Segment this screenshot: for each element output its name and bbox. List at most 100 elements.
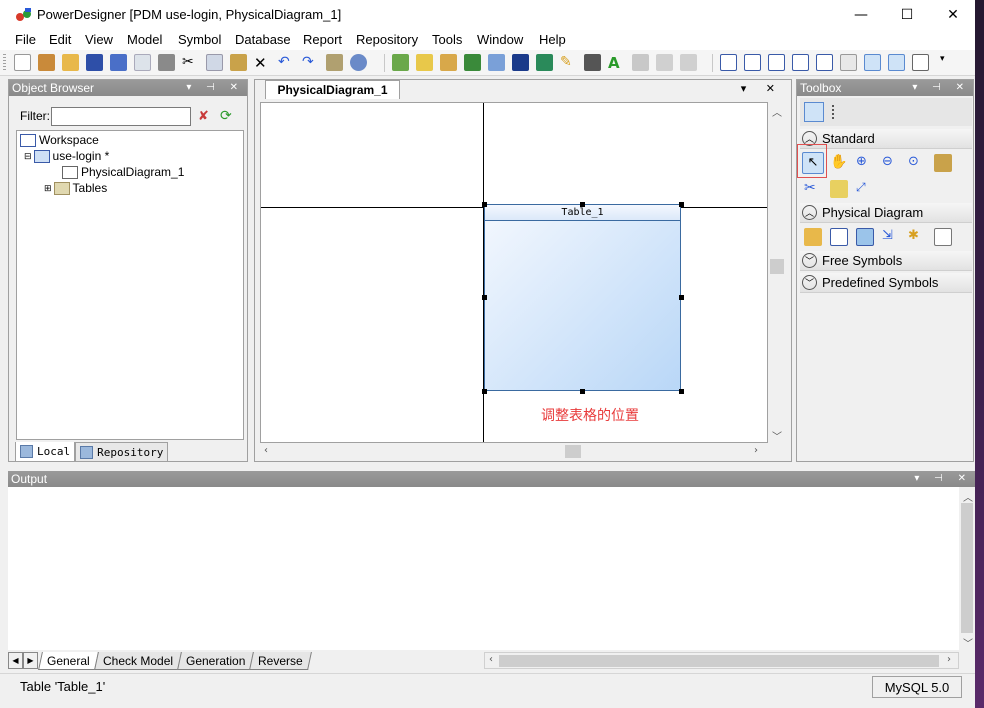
table-view-icon[interactable] bbox=[744, 54, 761, 71]
diagram-vertical-scrollbar[interactable]: ︿ ﹀ bbox=[768, 102, 786, 443]
panel-controls[interactable]: ▾ ⊣ ✕ bbox=[914, 471, 972, 487]
tree-item-workspace[interactable]: Workspace bbox=[20, 133, 99, 147]
text-frame-icon[interactable] bbox=[536, 54, 553, 71]
selection-handle[interactable] bbox=[580, 202, 585, 207]
pointer-tool-icon[interactable]: ↖ bbox=[802, 152, 824, 174]
zoom-toggle-icon[interactable] bbox=[864, 54, 881, 71]
output-vertical-scrollbar[interactable]: ︿ ﹀ bbox=[959, 487, 975, 650]
tab-generation[interactable]: Generation bbox=[176, 652, 255, 670]
minimize-button[interactable]: — bbox=[838, 0, 884, 30]
forward-icon[interactable] bbox=[680, 54, 697, 71]
tab-scroll-buttons[interactable]: ◀ ▶ bbox=[8, 652, 40, 669]
grabber-tool-icon[interactable]: ✋ bbox=[830, 154, 848, 172]
selection-handle[interactable] bbox=[482, 389, 487, 394]
tree-item-model[interactable]: ⊟ use-login * bbox=[24, 149, 109, 163]
model-options-icon[interactable] bbox=[350, 54, 367, 71]
delete-tool-icon[interactable]: ✂ bbox=[804, 180, 822, 198]
save-icon[interactable] bbox=[86, 54, 103, 71]
properties-icon[interactable] bbox=[326, 54, 343, 71]
procedure-tool-icon[interactable]: ✱ bbox=[908, 228, 926, 246]
tab-repository[interactable]: Repository bbox=[75, 442, 169, 462]
menu-repository[interactable]: Repository bbox=[356, 32, 418, 47]
list-view-icon[interactable] bbox=[832, 105, 846, 119]
table-symbol[interactable]: Table_1 bbox=[484, 204, 681, 391]
brush-icon[interactable]: ✎ bbox=[560, 54, 577, 71]
print-icon[interactable] bbox=[158, 54, 175, 71]
selection-handle[interactable] bbox=[580, 389, 585, 394]
clear-filter-icon[interactable]: ✘ bbox=[198, 109, 209, 124]
scroll-down-icon[interactable]: ﹀ bbox=[772, 428, 782, 443]
diagram-horizontal-scrollbar[interactable]: ‹ › bbox=[260, 443, 768, 460]
zoom-in-icon[interactable]: ⊕ bbox=[856, 154, 874, 172]
output-horizontal-scrollbar[interactable]: ‹ › bbox=[484, 652, 959, 669]
report-view-icon[interactable] bbox=[792, 54, 809, 71]
tab-reverse[interactable]: Reverse bbox=[249, 652, 312, 670]
menu-file[interactable]: File bbox=[15, 32, 36, 47]
check-model-icon[interactable] bbox=[392, 54, 409, 71]
align-icon[interactable] bbox=[632, 54, 649, 71]
redo-icon[interactable]: ↷ bbox=[302, 54, 319, 71]
scroll-right-icon[interactable]: › bbox=[947, 654, 951, 665]
properties-tool-icon[interactable] bbox=[934, 154, 952, 172]
collapse-icon[interactable]: ⊟ bbox=[24, 151, 32, 162]
expand-icon[interactable]: ⊞ bbox=[44, 183, 52, 194]
scroll-right-icon[interactable]: › bbox=[754, 445, 758, 456]
refresh-icon[interactable] bbox=[464, 54, 481, 71]
undo-icon[interactable]: ↶ bbox=[278, 54, 295, 71]
note-tool-icon[interactable] bbox=[830, 180, 848, 198]
filter-input[interactable] bbox=[51, 107, 191, 126]
selection-handle[interactable] bbox=[679, 295, 684, 300]
tab-check-model[interactable]: Check Model bbox=[93, 652, 182, 670]
new-project-icon[interactable] bbox=[38, 54, 55, 71]
scroll-thumb[interactable] bbox=[565, 445, 581, 458]
new-icon[interactable] bbox=[14, 54, 31, 71]
table-tool-icon[interactable] bbox=[830, 228, 848, 246]
scroll-thumb[interactable] bbox=[961, 503, 973, 633]
save-all-icon[interactable] bbox=[110, 54, 127, 71]
menu-window[interactable]: Window bbox=[477, 32, 523, 47]
output-toggle-icon[interactable] bbox=[888, 54, 905, 71]
reference-tool-icon[interactable]: ⇲ bbox=[882, 228, 900, 246]
scroll-thumb[interactable] bbox=[499, 655, 939, 667]
toolbox-section-free-symbols[interactable]: ﹀ Free Symbols bbox=[800, 251, 972, 271]
selection-handle[interactable] bbox=[482, 295, 487, 300]
cut-icon[interactable]: ✂ bbox=[182, 54, 199, 71]
menu-tools[interactable]: Tools bbox=[432, 32, 462, 47]
panel-controls[interactable]: ▾ ⊣ ✕ bbox=[912, 80, 970, 96]
result-view-icon[interactable] bbox=[840, 54, 857, 71]
reverse-engineer-icon[interactable] bbox=[440, 54, 457, 71]
scroll-up-icon[interactable]: ︿ bbox=[963, 489, 973, 504]
selection-handle[interactable] bbox=[679, 202, 684, 207]
menu-view[interactable]: View bbox=[85, 32, 113, 47]
comment-icon[interactable] bbox=[912, 54, 929, 71]
scroll-left-icon[interactable]: ‹ bbox=[489, 654, 493, 665]
diagram-canvas[interactable]: Table_1 调整表格的位置 bbox=[260, 102, 768, 443]
tab-scroll-right-icon[interactable]: ▶ bbox=[23, 652, 38, 669]
scroll-left-icon[interactable]: ‹ bbox=[264, 445, 268, 456]
detail-view-icon[interactable] bbox=[816, 54, 833, 71]
selection-handle[interactable] bbox=[482, 202, 487, 207]
diagram-tab-controls[interactable]: ▾ ✕ bbox=[741, 82, 783, 95]
menu-edit[interactable]: Edit bbox=[49, 32, 71, 47]
file-tool-icon[interactable] bbox=[934, 228, 952, 246]
toolbar-grip[interactable] bbox=[3, 54, 6, 72]
panel-controls[interactable]: ▾ ⊣ ✕ bbox=[186, 80, 244, 96]
link-tool-icon[interactable]: ⤢ bbox=[856, 180, 874, 198]
large-icons-view-icon[interactable] bbox=[804, 102, 824, 122]
diagram-view-icon[interactable] bbox=[720, 54, 737, 71]
tab-scroll-left-icon[interactable]: ◀ bbox=[8, 652, 23, 669]
view-tool-icon[interactable] bbox=[856, 228, 874, 246]
generate-icon[interactable] bbox=[416, 54, 433, 71]
copy-icon[interactable] bbox=[206, 54, 223, 71]
maximize-button[interactable]: ☐ bbox=[884, 0, 930, 30]
toolbar-overflow-icon[interactable]: ▾ bbox=[940, 54, 957, 71]
back-icon[interactable] bbox=[656, 54, 673, 71]
scroll-down-icon[interactable]: ﹀ bbox=[963, 635, 973, 650]
tree-item-diagram[interactable]: PhysicalDiagram_1 bbox=[62, 165, 184, 179]
menu-symbol[interactable]: Symbol bbox=[178, 32, 221, 47]
menu-help[interactable]: Help bbox=[539, 32, 566, 47]
tab-physical-diagram[interactable]: PhysicalDiagram_1 bbox=[265, 80, 400, 99]
menu-report[interactable]: Report bbox=[303, 32, 342, 47]
font-icon[interactable]: A bbox=[608, 54, 625, 72]
delete-icon[interactable]: ✕ bbox=[254, 54, 271, 72]
